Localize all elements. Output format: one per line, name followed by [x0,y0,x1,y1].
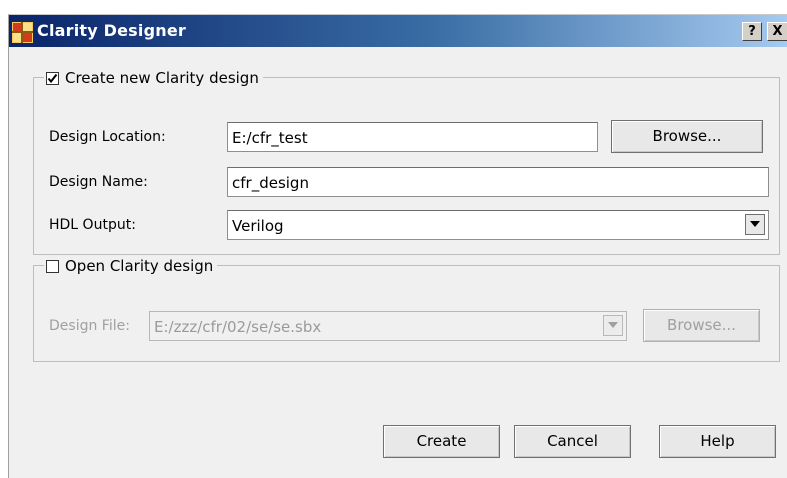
hdl-output-value: Verilog [232,217,284,235]
open-design-checkbox[interactable] [46,259,59,273]
hdl-output-dropdown-button[interactable] [745,214,765,235]
design-file-value: E:/zzz/cfr/02/se/se.sbx [154,318,322,336]
title-bar[interactable]: Clarity Designer ? X [9,15,787,47]
create-design-checkbox[interactable] [46,71,59,85]
window-title: Clarity Designer [37,21,186,40]
design-name-input[interactable]: cfr_design [227,167,769,197]
close-caption-button[interactable]: X [767,22,787,41]
clarity-designer-dialog: Clarity Designer ? X Create new Clarity … [8,14,787,478]
help-caption-button[interactable]: ? [742,22,762,41]
open-design-label[interactable]: Open Clarity design [65,257,213,275]
hdl-output-label: HDL Output: [49,217,136,233]
hdl-output-select[interactable]: Verilog [227,210,769,240]
create-design-label[interactable]: Create new Clarity design [65,69,259,87]
help-button[interactable]: Help [659,425,776,458]
design-location-label: Design Location: [49,129,166,145]
create-design-legend: Create new Clarity design [44,68,263,88]
design-location-input[interactable]: E:/cfr_test [227,122,598,152]
cancel-button[interactable]: Cancel [514,425,631,458]
design-file-browse-button[interactable]: Browse... [643,309,760,342]
chevron-down-icon [608,322,618,328]
chevron-down-icon [750,221,760,227]
design-file-label: Design File: [49,318,130,334]
open-design-group: Open Clarity design Design File: E:/zzz/… [33,256,780,362]
checkmark-icon [47,73,58,83]
design-location-browse-button[interactable]: Browse... [611,120,763,153]
grid-app-icon [12,22,33,43]
design-file-select[interactable]: E:/zzz/cfr/02/se/se.sbx [149,311,627,341]
create-design-group: Create new Clarity design Design Locatio… [33,68,780,255]
design-file-dropdown-button[interactable] [603,315,623,336]
create-button[interactable]: Create [383,425,500,458]
design-name-label: Design Name: [49,174,148,190]
open-design-legend: Open Clarity design [44,256,218,276]
